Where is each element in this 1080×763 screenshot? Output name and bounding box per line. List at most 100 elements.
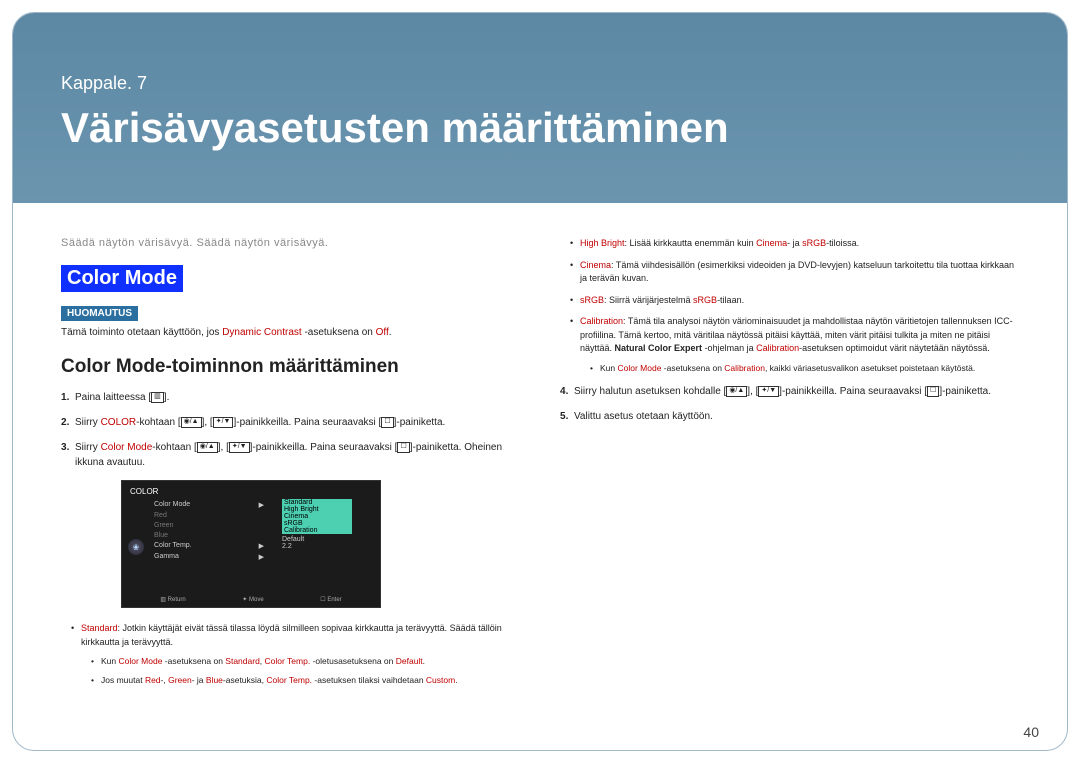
osd-val: Default: [282, 536, 352, 543]
enter-icon: ☐: [397, 442, 409, 452]
osd-val: 2.2: [282, 543, 352, 550]
kw-standard: Standard: [81, 623, 118, 633]
note-off: Off: [376, 327, 389, 338]
step-3: Siirry Color Mode-kohtaan [◉/▲], [✦/▼]-p…: [61, 440, 520, 470]
step-4: Siirry halutun asetuksen kohdalle [◉/▲],…: [560, 384, 1019, 399]
enter-icon: ☐: [927, 386, 939, 396]
t: Kun: [600, 363, 618, 373]
osd-row: Blue: [154, 532, 168, 539]
up-icon: ◉/▲: [726, 386, 747, 396]
intro-subtitle: Säädä näytön värisävyä. Säädä näytön vär…: [61, 237, 520, 249]
t: , kaikki väriasetusvalikon asetukset poi…: [765, 363, 975, 373]
osd-palette-icon: ❀: [128, 539, 144, 555]
bullet-srgb: sRGB: Siirrä värijärjestelmä sRGB-tilaan…: [570, 294, 1019, 308]
osd-options: Standard High Bright Cinema sRGB Calibra…: [282, 499, 352, 550]
t: -tilaan.: [717, 295, 744, 305]
osd-caret: ▶: [259, 542, 264, 550]
t: -tiloissa.: [826, 238, 859, 248]
t: .: [423, 656, 425, 666]
right-column: High Bright: Lisää kirkkautta enemmän ku…: [560, 237, 1019, 695]
chapter-header: Kappale. 7 Värisävyasetusten määrittämin…: [13, 13, 1067, 203]
kw: High Bright: [580, 238, 625, 248]
kw: Default: [396, 656, 423, 666]
kw: Custom: [426, 675, 455, 685]
left-bullets: Standard: Jotkin käyttäjät eivät tässä t…: [61, 622, 520, 687]
osd-opt: Calibration: [282, 527, 352, 534]
osd-title: COLOR: [130, 487, 372, 496]
sub-bullet: Kun Color Mode -asetuksena on Calibratio…: [590, 362, 1019, 375]
sub-bullet: Kun Color Mode -asetuksena on Standard, …: [91, 655, 520, 668]
kw-bold: Natural Color Expert: [615, 343, 703, 353]
t: ], [: [747, 386, 758, 397]
bullet-calibration: Calibration: Tämä tila analysoi näytön v…: [570, 315, 1019, 374]
t: Paina laitteessa [: [75, 392, 151, 403]
kw: Green: [168, 675, 192, 685]
kw: sRGB: [802, 238, 826, 248]
osd-row: Red: [154, 512, 167, 519]
t: -asetuksen optimoidut värit näytetään nä…: [799, 343, 990, 353]
osd-caret: ▶: [259, 501, 264, 509]
right-bullets: High Bright: Lisää kirkkautta enemmän ku…: [560, 237, 1019, 374]
osd-hint: ▥ Return: [160, 596, 185, 603]
content-area: Säädä näytön värisävyä. Säädä näytön vär…: [13, 203, 1067, 695]
t: ]-painiketta.: [939, 386, 991, 397]
t: Siirry: [75, 417, 101, 428]
osd-selected: Standard: [282, 499, 352, 506]
t: -asetuksena on: [162, 656, 225, 666]
down-icon: ✦/▼: [758, 386, 779, 396]
page-number: 40: [1023, 724, 1039, 740]
step-5: Valittu asetus otetaan käyttöön.: [560, 409, 1019, 424]
t: - ja: [787, 238, 802, 248]
down-icon: ✦/▼: [229, 442, 250, 452]
kw: Red: [145, 675, 161, 685]
kw: Color Temp.: [266, 675, 312, 685]
note-badge: HUOMAUTUS: [61, 306, 138, 321]
t: Valittu asetus otetaan käyttöön.: [574, 411, 713, 422]
osd-row: Color Temp.: [154, 542, 192, 550]
kw: Calibration: [724, 363, 765, 373]
bullet-standard: Standard: Jotkin käyttäjät eivät tässä t…: [71, 622, 520, 687]
kw: Color Temp.: [265, 656, 311, 666]
up-icon: ◉/▲: [181, 417, 202, 427]
note-dc: Dynamic Contrast: [222, 327, 301, 338]
note-mid: -asetuksena on: [302, 327, 376, 338]
t: -oletusasetuksena on: [310, 656, 396, 666]
note-post: .: [389, 327, 392, 338]
kw: Standard: [225, 656, 260, 666]
kw: Color Mode: [119, 656, 163, 666]
kw: Blue: [206, 675, 223, 685]
step-2: Siirry COLOR-kohtaan [◉/▲], [✦/▼]-painik…: [61, 415, 520, 430]
down-icon: ✦/▼: [213, 417, 234, 427]
steps-list: Paina laitteessa [▥]. Siirry COLOR-kohta…: [61, 390, 520, 470]
t: : Lisää kirkkautta enemmän kuin: [625, 238, 757, 248]
osd-screenshot: COLOR ❀ Color Mode▶ Red Green Blue Color…: [121, 480, 381, 608]
color-keyword: COLOR: [101, 417, 137, 428]
t: -kohtaan [: [152, 442, 196, 453]
osd-bottom-hints: ▥ Return ✦ Move ☐ Enter: [132, 596, 370, 603]
t: .: [455, 675, 457, 685]
note-text: Tämä toiminto otetaan käyttöön, jos Dyna…: [61, 327, 520, 338]
osd-hint: ✦ Move: [242, 596, 263, 603]
osd-caret: ▶: [259, 553, 264, 561]
chapter-label: Kappale. 7: [61, 73, 1019, 94]
t: -kohtaan [: [136, 417, 180, 428]
t: ], [: [202, 417, 213, 428]
t: ]-painikkeilla. Paina seuraavaksi [: [779, 386, 927, 397]
enter-icon: ☐: [381, 417, 393, 427]
t: - ja: [192, 675, 206, 685]
t: ]-painikkeilla. Paina seuraavaksi [: [233, 417, 381, 428]
osd-row: Gamma: [154, 553, 179, 561]
t: -asetuksen tilaksi vaihdetaan: [312, 675, 426, 685]
t: -,: [161, 675, 169, 685]
t: -asetuksia,: [223, 675, 266, 685]
kw: Calibration: [580, 316, 623, 326]
t: Jos muutat: [101, 675, 145, 685]
t: ], [: [218, 442, 229, 453]
section-badge-color-mode: Color Mode: [61, 265, 183, 292]
kw: Cinema: [756, 238, 787, 248]
t: ].: [164, 392, 170, 403]
menu-icon: ▥: [151, 392, 164, 402]
bullet-cinema: Cinema: Tämä viihdesisällön (esimerkiksi…: [570, 259, 1019, 286]
t: Siirry: [75, 442, 101, 453]
cm-keyword: Color Mode: [101, 442, 153, 453]
